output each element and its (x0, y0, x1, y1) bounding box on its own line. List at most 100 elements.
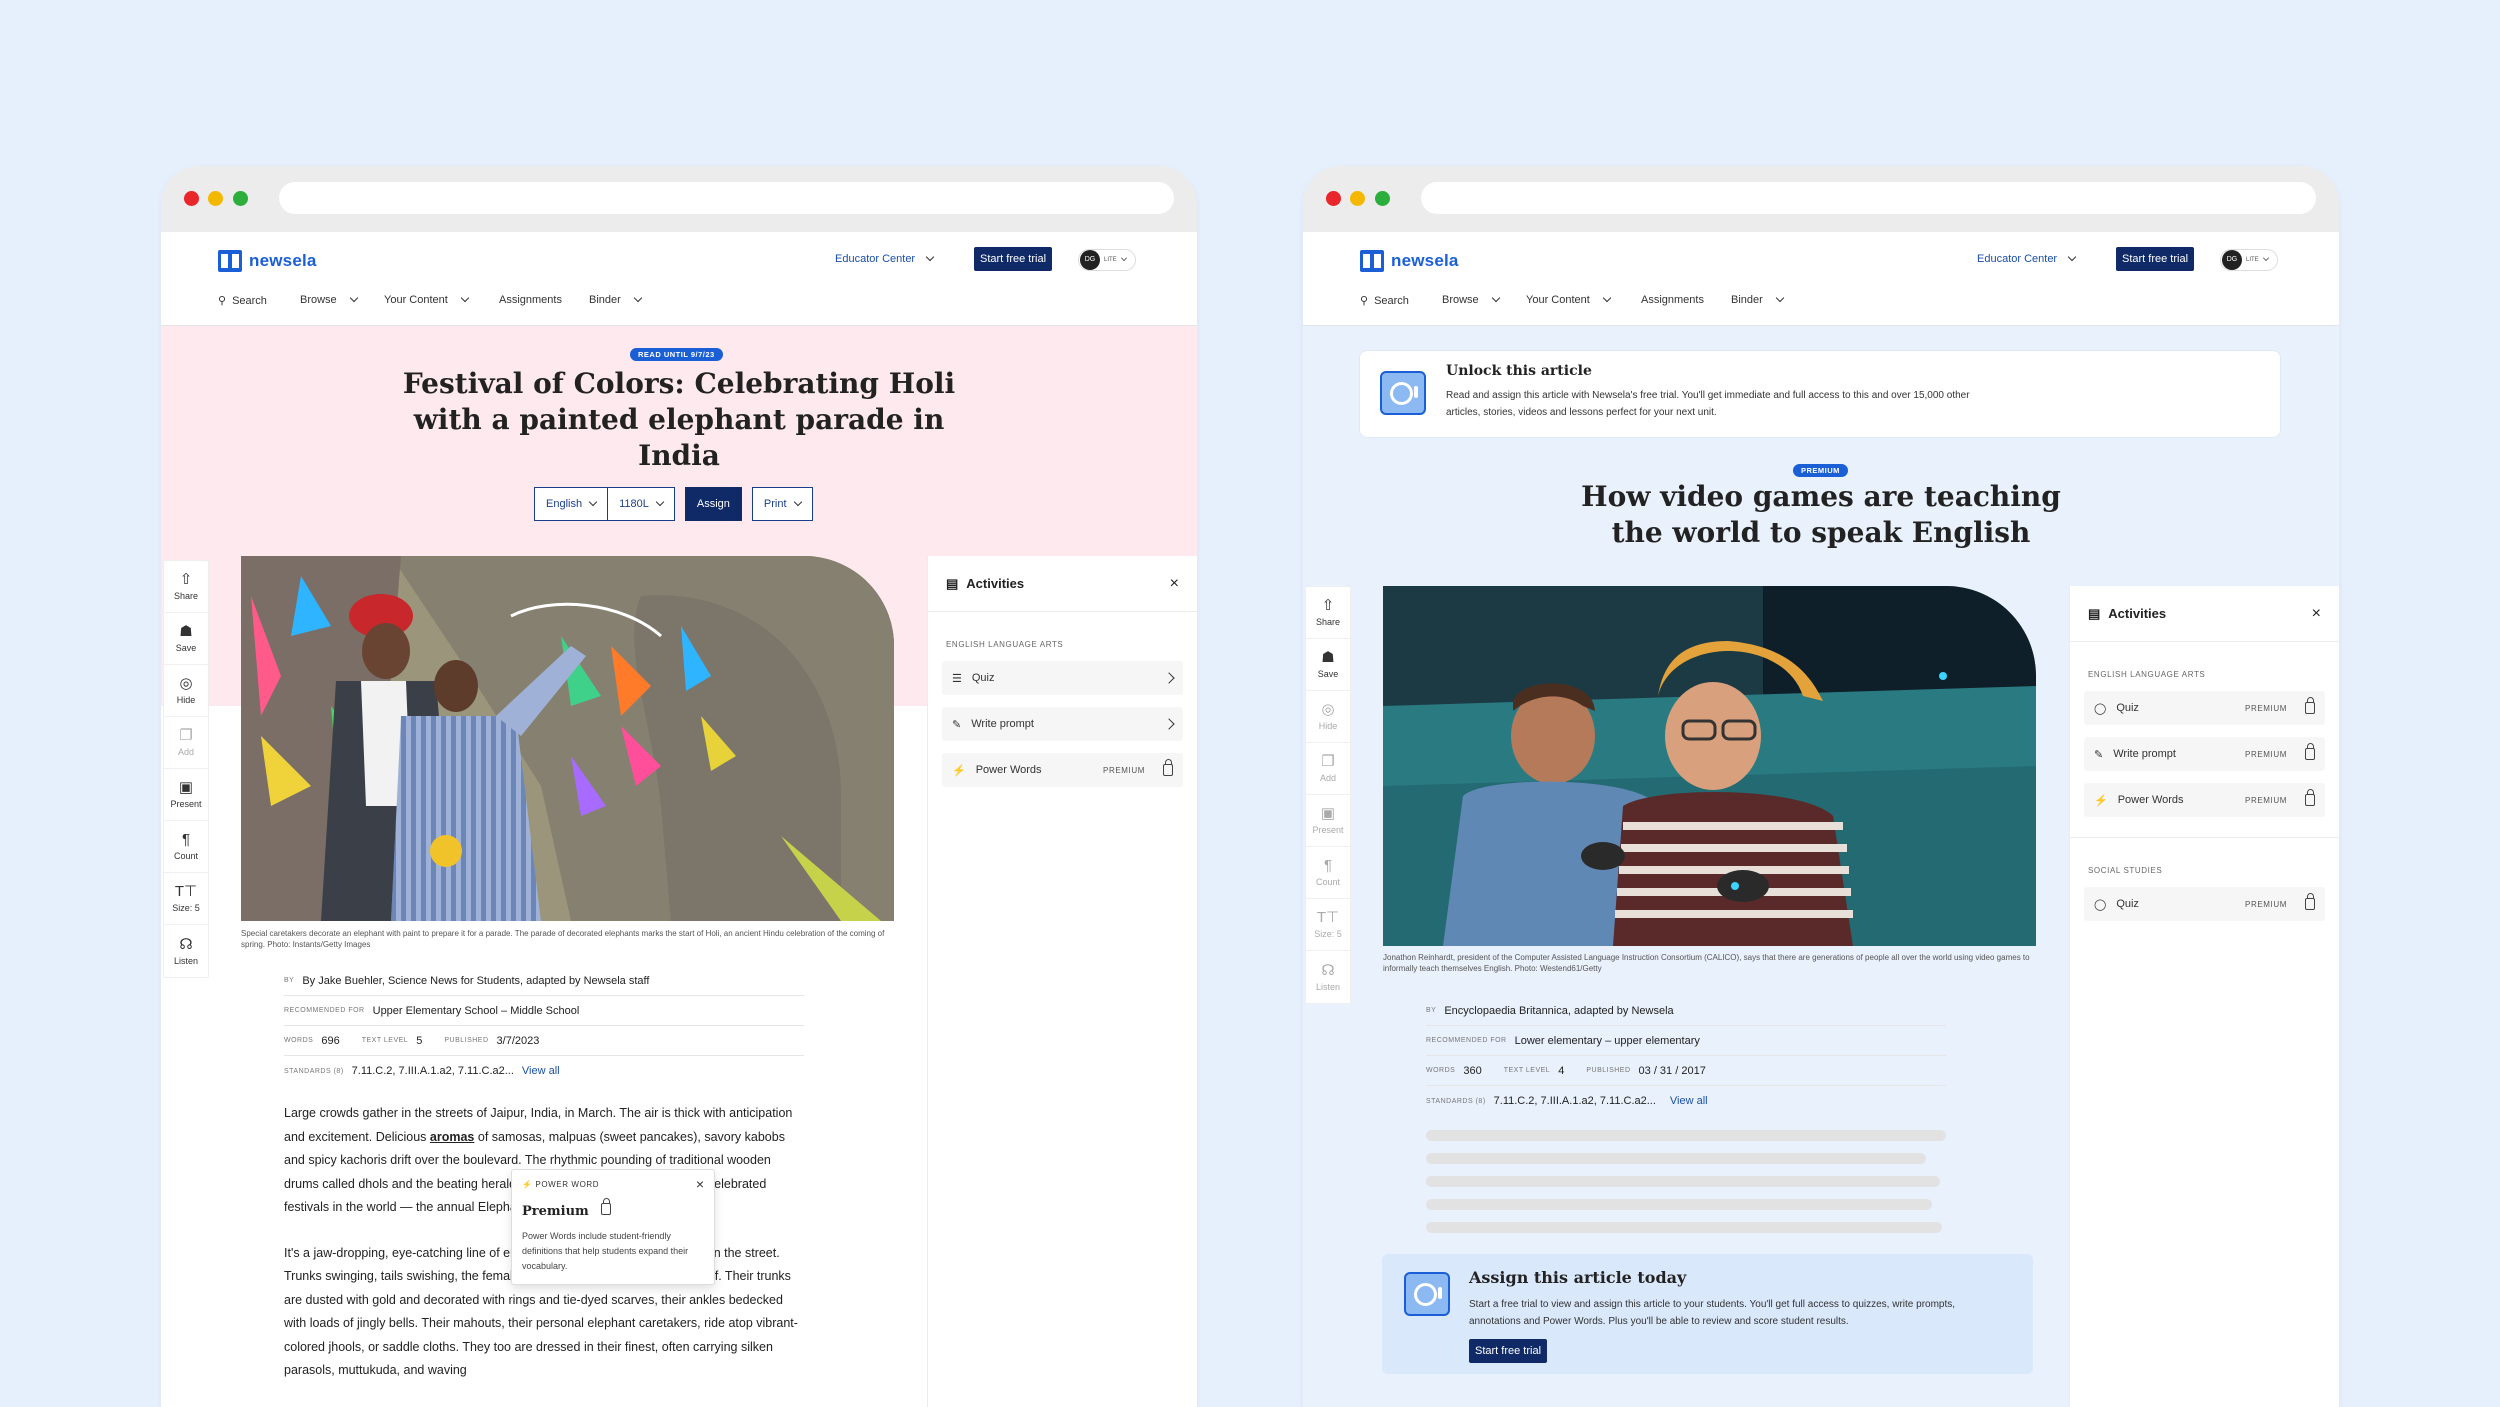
premium-tag: PREMIUM (2245, 899, 2287, 909)
minimize-dot[interactable] (1350, 191, 1365, 206)
lock-icon (2305, 893, 2315, 910)
present-tool[interactable]: ▣ Present (164, 769, 208, 821)
close-icon[interactable]: × (2312, 605, 2321, 623)
activity-quiz-social[interactable]: ◯ Quiz PREMIUM (2084, 887, 2325, 921)
present-tool[interactable]: ▣ Present (1306, 795, 1350, 847)
nav-assignments[interactable]: Assignments (499, 294, 562, 306)
bookmark-icon: ☗ (1321, 649, 1335, 666)
cta-title: Assign this article today (1469, 1268, 1687, 1287)
share-tool[interactable]: ⇧ Share (164, 561, 208, 613)
stats: WORDS 360 TEXT LEVEL 4 PUBLISHED 03 / 31 / 20… (1426, 1056, 1946, 1086)
tool-label: Add (177, 747, 194, 757)
print-select[interactable]: Print (751, 487, 813, 521)
listen-tool[interactable]: ☊ Listen (1306, 951, 1350, 1003)
address-bar[interactable] (1421, 182, 2316, 214)
bolt-icon: ⚡ (952, 764, 966, 777)
view-all-link[interactable]: View all (1670, 1095, 1708, 1107)
unlock-text: Read and assign this article with Newsel… (1446, 390, 1970, 418)
activity-power-words[interactable]: ⚡ Power Words PREMIUM (2084, 783, 2325, 817)
activity-label: Write prompt (971, 718, 1034, 730)
hide-tool[interactable]: ◎ Hide (1306, 691, 1350, 743)
avatar-menu[interactable]: DG LITE (2220, 249, 2278, 271)
newsela-logo[interactable]: newsela (1360, 250, 1459, 272)
unlock-title: Unlock this article (1446, 363, 1592, 379)
newsela-logo[interactable]: newsela (218, 250, 317, 272)
cta-text: Start a free trial to view and assign th… (1469, 1299, 1956, 1327)
power-word[interactable]: aromas (430, 1130, 474, 1144)
nav-search[interactable]: ⚲ Search (1360, 294, 1409, 308)
article-photo (241, 556, 894, 921)
close-icon[interactable]: × (696, 1176, 704, 1192)
activities-header: ▤ Activities × (928, 556, 1197, 612)
list-icon: ☰ (952, 672, 962, 685)
hide-tool[interactable]: ◎ Hide (164, 665, 208, 717)
section-heading: SOCIAL STUDIES (2088, 866, 2163, 875)
size-tool[interactable]: T⊤ Size: 5 (164, 873, 208, 925)
chevron-right-icon (1163, 718, 1175, 730)
chevron-down-icon (1491, 293, 1500, 303)
count-tool[interactable]: ¶ Count (164, 821, 208, 873)
chevron-down-icon (1775, 293, 1785, 303)
published-label: PUBLISHED (444, 1037, 489, 1044)
standards: STANDARDS (8) 7.11.C.2, 7.III.A.1.a2, 7.1… (1426, 1086, 1946, 1116)
nav-your-content[interactable]: Your Content (1526, 293, 1612, 306)
count-tool[interactable]: ¶ Count (1306, 847, 1350, 899)
lock-icon (601, 1198, 612, 1215)
copy-icon: ❐ (179, 727, 193, 744)
skeleton-line (1426, 1222, 1942, 1233)
bolt-icon: ⚡ (2094, 794, 2108, 807)
educator-center-menu[interactable]: Educator Center (1977, 252, 2077, 265)
lock-icon (1163, 759, 1173, 776)
article-photo (1383, 586, 2036, 946)
by-label: BY (1426, 1007, 1437, 1014)
close-dot[interactable] (1326, 191, 1341, 206)
article-title: Festival of Colors: Celebrating Holi wit… (402, 367, 956, 472)
activity-quiz[interactable]: ◯ Quiz PREMIUM (2084, 691, 2325, 725)
nav-binder[interactable]: Binder (589, 293, 643, 306)
size-tool[interactable]: T⊤ Size: 5 (1306, 899, 1350, 951)
assign-button[interactable]: Assign (684, 487, 742, 521)
activity-write-prompt[interactable]: ✎ Write prompt PREMIUM (2084, 737, 2325, 771)
nav-assignments-label: Assignments (1641, 294, 1704, 306)
nav-binder[interactable]: Binder (1731, 293, 1785, 306)
save-tool[interactable]: ☗ Save (164, 613, 208, 665)
close-dot[interactable] (184, 191, 199, 206)
share-tool[interactable]: ⇧ Share (1306, 587, 1350, 639)
nav-your-content[interactable]: Your Content (384, 293, 470, 306)
activities-panel: ▤ Activities × ENGLISH LANGUAGE ARTS ☰ Quiz… (927, 556, 1197, 1407)
bookmark-icon: ☗ (179, 623, 193, 640)
maximize-dot[interactable] (233, 191, 248, 206)
language-select[interactable]: English (534, 487, 609, 521)
address-bar[interactable] (279, 182, 1174, 214)
avatar-menu[interactable]: DG LITE (1078, 249, 1136, 271)
start-trial-button[interactable]: Start free trial (2116, 247, 2195, 271)
minimize-dot[interactable] (208, 191, 223, 206)
words-label: WORDS (284, 1037, 314, 1044)
elephant-photo-illustration (241, 556, 894, 921)
educator-center-menu[interactable]: Educator Center (835, 252, 935, 265)
view-all-link[interactable]: View all (522, 1065, 560, 1077)
start-trial-button[interactable]: Start free trial (1469, 1339, 1548, 1363)
nav-browse[interactable]: Browse (300, 293, 358, 306)
activities-title: Activities (2108, 606, 2167, 621)
activity-power-words[interactable]: ⚡ Power Words PREMIUM (942, 753, 1183, 787)
chevron-down-icon (2262, 255, 2269, 261)
add-tool[interactable]: ❐ Add (164, 717, 208, 769)
nav-assignments[interactable]: Assignments (1641, 294, 1704, 306)
plan-tag: LITE (1104, 257, 1117, 263)
nav-browse[interactable]: Browse (1442, 293, 1500, 306)
search-icon: ⚲ (218, 295, 227, 307)
start-trial-button[interactable]: Start free trial (974, 247, 1053, 271)
listen-tool[interactable]: ☊ Listen (164, 925, 208, 977)
save-tool[interactable]: ☗ Save (1306, 639, 1350, 691)
standards-label: STANDARDS (8) (284, 1067, 344, 1075)
close-icon[interactable]: × (1170, 575, 1179, 593)
published-value: 3/7/2023 (496, 1034, 540, 1047)
maximize-dot[interactable] (1375, 191, 1390, 206)
level-select[interactable]: 1180L (608, 487, 675, 521)
chevron-down-icon (460, 293, 470, 303)
activity-quiz[interactable]: ☰ Quiz (942, 661, 1183, 695)
activity-write-prompt[interactable]: ✎ Write prompt (942, 707, 1183, 741)
add-tool[interactable]: ❐ Add (1306, 743, 1350, 795)
nav-search[interactable]: ⚲ Search (218, 294, 267, 308)
